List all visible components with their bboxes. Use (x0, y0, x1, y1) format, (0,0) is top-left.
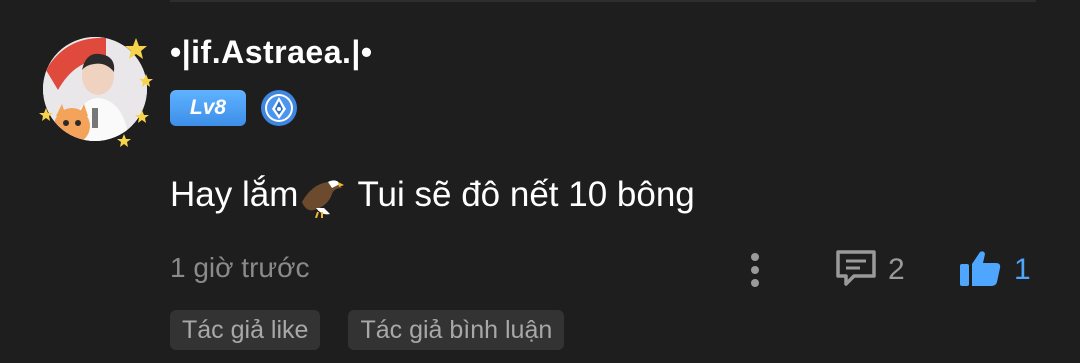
reply-icon (834, 248, 878, 293)
tag-author-liked: Tác giả like (170, 310, 321, 350)
comment-text: Hay lắm Tui sẽ đô nết 10 bông (170, 172, 695, 219)
pen-badge-icon (260, 89, 298, 127)
reply-count: 2 (888, 253, 905, 286)
avatar[interactable] (36, 30, 154, 148)
like-button[interactable]: 1 (958, 250, 1031, 290)
thumbs-up-icon (958, 248, 1002, 293)
tag-author-commented: Tác giả bình luận (348, 310, 565, 350)
timestamp: 1 giờ trước (170, 252, 310, 283)
badge-row: Lv8 (170, 89, 298, 127)
more-vertical-icon[interactable] (744, 250, 766, 290)
comment-meta: 1 giờ trước 2 1 (170, 248, 1036, 293)
reply-button[interactable]: 2 (834, 248, 905, 293)
like-count: 1 (1014, 253, 1031, 286)
eagle-icon (298, 172, 345, 219)
comment-text-part: Tui sẽ đô nết 10 bông (348, 175, 695, 214)
divider (170, 0, 1036, 2)
level-badge: Lv8 (170, 90, 246, 126)
tag-row: Tác giả like Tác giả bình luận (170, 310, 592, 350)
comment-text-part: Hay lắm (170, 175, 299, 214)
comment-item: •|if.Astraea.|• Lv8 Hay lắm Tui sẽ đô nế… (0, 0, 1080, 363)
username[interactable]: •|if.Astraea.|• (170, 34, 373, 71)
